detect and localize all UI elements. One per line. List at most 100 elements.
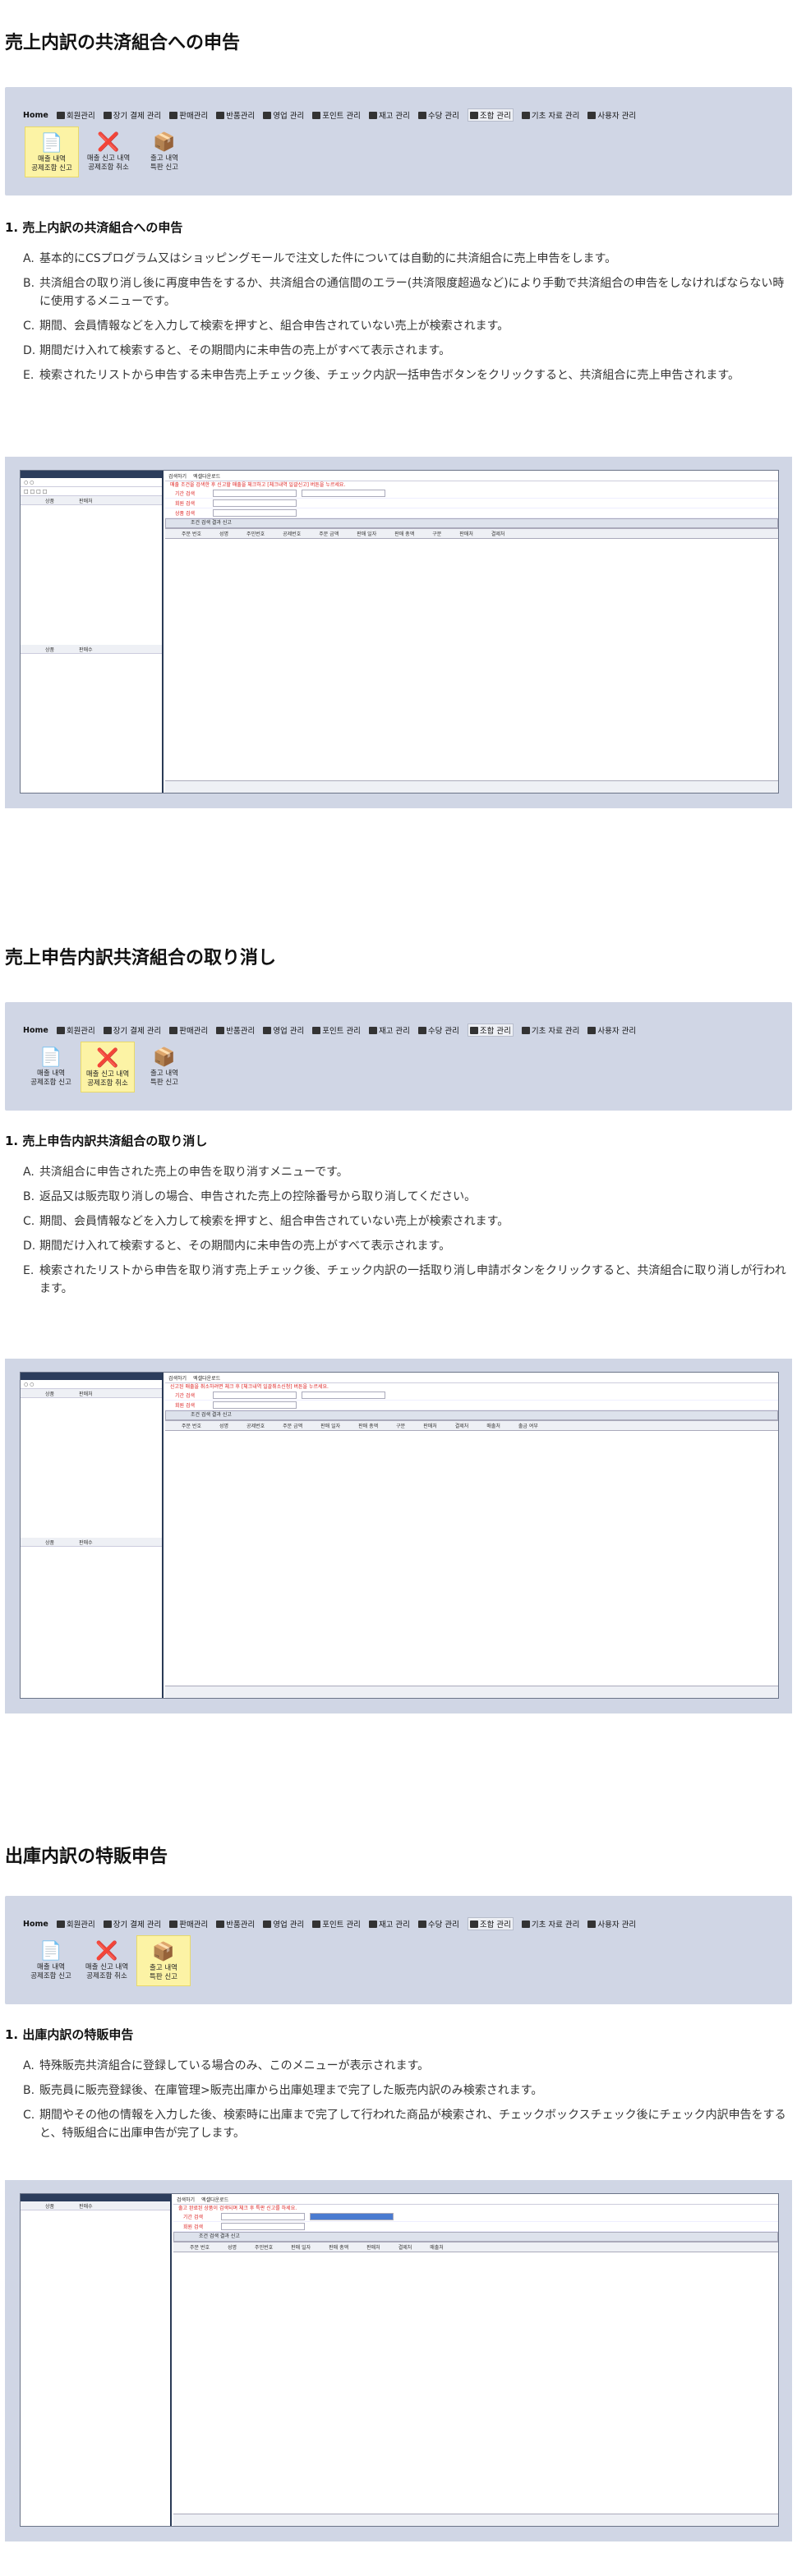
sub-menu-sales-report[interactable]: 📄 매출 내역 공제조합 신고 — [25, 1935, 77, 1985]
period-field[interactable] — [310, 2213, 394, 2220]
menu-item-returns[interactable]: 반품관리 — [216, 1918, 255, 1930]
menu-item-returns[interactable]: 반품관리 — [216, 1024, 255, 1036]
list-item: D. 期間だけ入れて検索すると、その期間内に未申告の売上がすべて表示されます。 — [23, 344, 451, 357]
excel-button[interactable]: 엑셀다운로드 — [193, 1374, 220, 1382]
sub-menu-sales-report[interactable]: 📄 매출 내역 공제조합 신고 — [25, 1042, 77, 1091]
menu-item-members[interactable]: 회원관리 — [56, 109, 95, 121]
menu-item-users[interactable]: 사용자 관리 — [587, 109, 636, 121]
excel-button[interactable]: 엑셀다운로드 — [201, 2196, 228, 2203]
period-field[interactable] — [221, 2213, 305, 2220]
box-icon — [368, 1920, 377, 1928]
left-panel: 상품 판매수 — [21, 2194, 172, 2526]
coin-icon — [417, 111, 426, 119]
list-item: A. 特殊販売共済組合に登録している場合のみ、このメニューが表示されます。 — [23, 2059, 430, 2072]
menu-item-points[interactable]: 포인트 관리 — [312, 1918, 361, 1930]
menu-item-users[interactable]: 사용자 관리 — [587, 1024, 636, 1036]
menu-item-allowance[interactable]: 수당 관리 — [417, 1918, 459, 1930]
menu-item-basic-data[interactable]: 기초 자료 관리 — [521, 1024, 579, 1036]
section-subtitle: 1. 出庫内訳の特販申告 — [5, 2027, 134, 2042]
menu-item-business[interactable]: 영업 관리 — [263, 1918, 304, 1930]
search-button[interactable]: 검색하기 — [177, 2196, 195, 2203]
menu-item-long-term-payment[interactable]: 장기 결제 관리 — [103, 1024, 161, 1036]
list-item: C. 期間、会員情報などを入力して検索を押すと、組合申告されていない売上が検索され… — [23, 1215, 509, 1228]
menu-item-returns[interactable]: 반품관리 — [216, 109, 255, 121]
product-field[interactable] — [213, 509, 297, 517]
right-panel: 검색하기 엑셀다운로드 출고 완료된 상품이 검색되며 체크 후 특판 신고를 … — [173, 2194, 778, 2526]
sub-menu-report-cancel[interactable]: ❌ 매출 신고 내역 공제조합 취소 — [81, 1935, 133, 1985]
app-window: ○ ○ □ □ □ □ 상품 판매처 상품 판매수 검색하기 엑셀다운로드 매출 조… — [20, 470, 779, 794]
list-item: E. 検索されたリストから申告を取り消す売上チェック後、チェック内訳の一括取り消し… — [23, 1264, 786, 1295]
menu-bar: Home 회원관리 장기 결제 관리 판매관리 반품관리 영업 관리 포인트 관… — [23, 1917, 644, 1930]
period-field[interactable] — [213, 490, 297, 497]
point-icon — [312, 1026, 321, 1034]
app-window: ○ ○ 상품 판매처 상품 판매수 검색하기 엑셀다운로드 신고된 매출을 취소하려… — [20, 1372, 779, 1699]
excel-button[interactable]: 엑셀다운로드 — [193, 472, 220, 480]
menu-toolbar: Home 회원관리 장기 결제 관리 판매관리 반품관리 영업 관리 포인트 관… — [5, 1002, 792, 1111]
sub-menu-shipment-report[interactable]: 📦 출고 내역 특판 신고 — [138, 126, 191, 176]
grid-icon — [469, 1026, 478, 1034]
menu-item-long-term-payment[interactable]: 장기 결제 관리 — [103, 1918, 161, 1930]
search-button[interactable]: 검색하기 — [168, 1374, 187, 1382]
sub-menu-shipment-report[interactable]: 📦 출고 내역 특판 신고 — [136, 1935, 191, 1986]
section-title: 売上申告内訳共済組合の取り消し — [5, 948, 277, 968]
period-field[interactable] — [302, 1392, 385, 1399]
menu-item-inventory[interactable]: 재고 관리 — [368, 109, 410, 121]
menu-item-sales[interactable]: 판매관리 — [169, 109, 208, 121]
list-item: C. 期間、会員情報などを入力して検索を押すと、組合申告されていない売上が検索され… — [23, 320, 509, 333]
list-item: B. 共済組合の取り消し後に再度申告をするか、共済組合の通信間のエラー(共済限度超… — [23, 277, 785, 308]
section-title: 売上内訳の共済組合への申告 — [5, 33, 241, 53]
member-field[interactable] — [213, 499, 297, 507]
menu-item-members[interactable]: 회원관리 — [56, 1918, 95, 1930]
member-field[interactable] — [221, 2223, 305, 2230]
menu-item-points[interactable]: 포인트 관리 — [312, 1024, 361, 1036]
menu-item-home[interactable]: Home — [23, 1920, 48, 1929]
menu-item-points[interactable]: 포인트 관리 — [312, 109, 361, 121]
menu-item-sales[interactable]: 판매관리 — [169, 1024, 208, 1036]
sub-menu-shipment-report[interactable]: 📦 출고 내역 특판 신고 — [138, 1042, 191, 1091]
left-table-header: 상품 판매처 — [21, 496, 162, 505]
chart-icon — [169, 111, 178, 119]
report-icon: 📄 — [40, 132, 63, 154]
user-gear-icon — [587, 1920, 597, 1928]
sub-menu-report-cancel[interactable]: ❌ 매출 신고 내역 공제조합 취소 — [81, 1042, 135, 1092]
member-field[interactable] — [213, 1401, 297, 1409]
menu-item-home[interactable]: Home — [23, 111, 48, 120]
menu-item-long-term-payment[interactable]: 장기 결제 관리 — [103, 109, 161, 121]
list-title: 조건 검색 결과 신고 — [173, 2232, 778, 2242]
right-panel: 검색하기 엑셀다운로드 신고된 매출을 취소하려면 체크 후 [체크내역 일괄취… — [165, 1373, 778, 1698]
menu-item-business[interactable]: 영업 관리 — [263, 1024, 304, 1036]
chart-icon — [169, 1920, 178, 1928]
right-toolbar: 검색하기 엑셀다운로드 — [165, 471, 778, 481]
menu-item-business[interactable]: 영업 관리 — [263, 109, 304, 121]
warning-text: 출고 완료된 상품이 검색되며 체크 후 특판 신고를 하세요. — [178, 2206, 297, 2211]
menu-item-basic-data[interactable]: 기초 자료 관리 — [521, 1918, 579, 1930]
search-button[interactable]: 검색하기 — [168, 472, 187, 480]
menu-item-union[interactable]: 조합 관리 — [467, 1024, 514, 1037]
period-field[interactable] — [213, 1392, 297, 1399]
period-field[interactable] — [302, 490, 385, 497]
shipment-report-icon: 📦 — [153, 1046, 176, 1068]
menu-item-inventory[interactable]: 재고 관리 — [368, 1024, 410, 1036]
status-bar — [173, 2514, 778, 2526]
sub-menu-sales-report[interactable]: 📄 매출 내역 공제조합 신고 — [25, 126, 79, 177]
section-title: 出庫内訳の特販申告 — [5, 1847, 168, 1867]
screenshot-sales-report: ○ ○ □ □ □ □ 상품 판매처 상품 판매수 검색하기 엑셀다운로드 매출 조… — [5, 457, 792, 808]
sub-menu-report-cancel[interactable]: ❌ 매출 신고 내역 공제조합 취소 — [82, 126, 135, 176]
menu-item-basic-data[interactable]: 기초 자료 관리 — [521, 109, 579, 121]
left-panel: ○ ○ □ □ □ □ 상품 판매처 상품 판매수 — [21, 471, 164, 793]
menu-item-users[interactable]: 사용자 관리 — [587, 1918, 636, 1930]
menu-item-allowance[interactable]: 수당 관리 — [417, 1024, 459, 1036]
menu-item-home[interactable]: Home — [23, 1026, 48, 1035]
person-icon — [56, 1920, 65, 1928]
right-toolbar: 검색하기 엑셀다운로드 — [173, 2194, 778, 2205]
menu-item-members[interactable]: 회원관리 — [56, 1024, 95, 1036]
menu-item-sales[interactable]: 판매관리 — [169, 1918, 208, 1930]
menu-item-union[interactable]: 조합 관리 — [467, 108, 514, 122]
menu-item-union[interactable]: 조합 관리 — [467, 1917, 514, 1930]
screenshot-report-cancel: ○ ○ 상품 판매처 상품 판매수 검색하기 엑셀다운로드 신고된 매출을 취소하려… — [5, 1359, 792, 1714]
list-item: B. 返品又は販売取り消しの場合、申告された売上の控除番号から取り消してください。 — [23, 1190, 477, 1203]
menu-item-inventory[interactable]: 재고 관리 — [368, 1918, 410, 1930]
status-bar — [165, 1686, 778, 1698]
menu-item-allowance[interactable]: 수당 관리 — [417, 109, 459, 121]
sub-menu: 📄 매출 내역 공제조합 신고 ❌ 매출 신고 내역 공제조합 취소 📦 출고 … — [25, 1042, 191, 1092]
